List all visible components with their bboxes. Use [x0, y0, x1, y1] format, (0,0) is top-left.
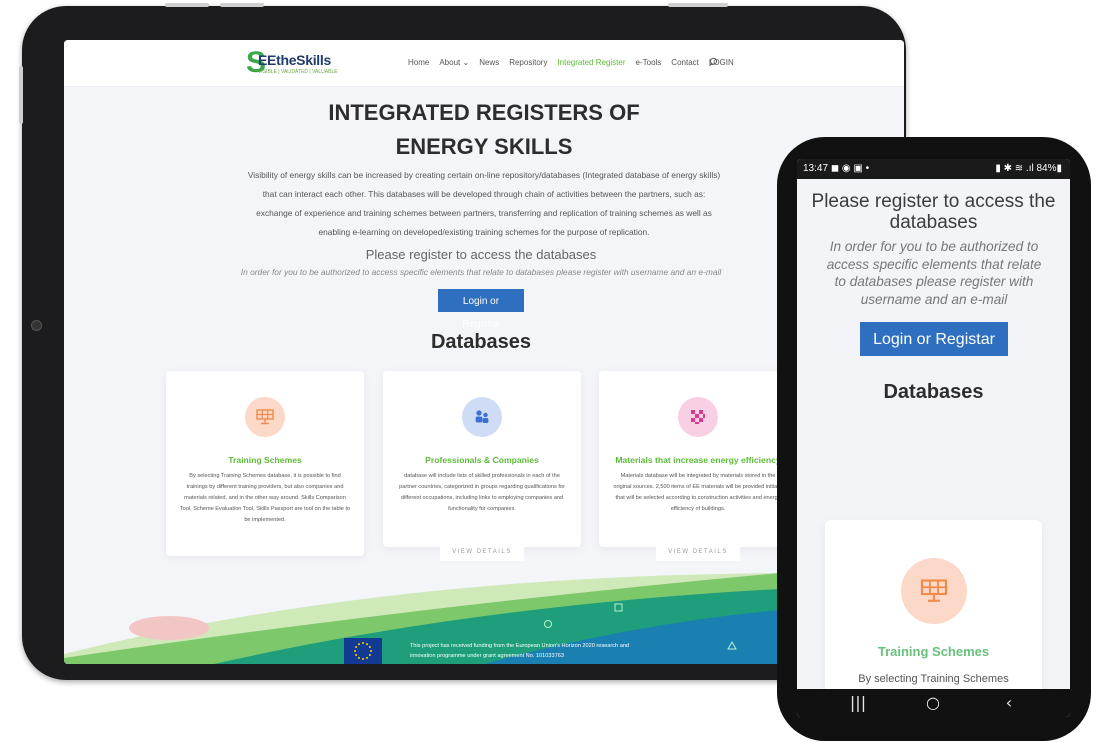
page-title-line-1: INTEGRATED REGISTERS OF — [328, 100, 640, 125]
tablet-device: S EEtheSkills VISIBLE | VALIDATED | VALU… — [19, 3, 906, 680]
nav-contact[interactable]: Contact — [671, 58, 699, 68]
logo-text: EEtheSkills — [258, 52, 331, 68]
recent-apps-icon[interactable]: ||| — [843, 689, 873, 717]
people-icon — [462, 397, 502, 437]
nav-news[interactable]: News — [479, 58, 499, 68]
eu-flag-logo — [344, 638, 382, 664]
card-title: Professionals & Companies — [425, 455, 539, 465]
tablet-camera — [31, 320, 42, 331]
login-register-button[interactable]: Login or Registar — [438, 289, 524, 330]
card-description: By selecting Training Schemes database, … — [179, 473, 351, 523]
phone-device: 13:47 ◼ ◉ ▣ • ▮ ✱ ≋ .ıl 84%▮ Please regi… — [777, 137, 1091, 741]
site-header: S EEtheSkills VISIBLE | VALIDATED | VALU… — [64, 40, 904, 87]
funding-statement: This project has received funding from t… — [410, 643, 630, 659]
nav-e-tools[interactable]: e-Tools — [636, 58, 662, 68]
back-icon[interactable]: ‹ — [994, 689, 1024, 717]
page-title-line-2: ENERGY SKILLS — [395, 134, 573, 159]
card-description: database will include lists of skilled p… — [399, 473, 565, 512]
status-icons: ▮ ✱ ≋ .ıl 84%▮ — [995, 163, 1062, 174]
android-nav-bar: ||| ○ ‹ — [797, 689, 1070, 717]
card-materials[interactable]: Materials that increase energy efficienc… — [599, 371, 797, 547]
databases-heading: Databases — [430, 331, 532, 353]
status-bar: 13:47 ◼ ◉ ▣ • ▮ ✱ ≋ .ıl 84%▮ — [797, 159, 1070, 179]
card-training-schemes[interactable]: Training Schemes By selecting Training S… — [825, 520, 1042, 717]
tablet-side-button — [19, 66, 23, 124]
card-description: Materials database will be integrated by… — [613, 473, 783, 512]
nav-about[interactable]: About ⌄ — [439, 58, 469, 68]
register-subtitle: In order for you to be authorized to acc… — [826, 239, 1042, 307]
home-icon[interactable]: ○ — [918, 689, 948, 717]
card-title: Training Schemes — [877, 644, 990, 659]
intro-paragraph: Visibility of energy skills can be incre… — [247, 170, 721, 237]
tablet-volume-button — [165, 3, 209, 7]
card-title: Materials that increase energy efficienc… — [615, 455, 781, 465]
register-subtitle: In order for you to be authorized to acc… — [240, 267, 722, 277]
material-pattern-icon — [678, 397, 718, 437]
tablet-volume-button — [220, 3, 264, 7]
search-icon[interactable] — [709, 57, 719, 67]
card-description: By selecting Training Schemes — [858, 673, 1009, 685]
nav-repository[interactable]: Repository — [509, 58, 547, 68]
main-menu: Home About ⌄ News Repository Integrated … — [408, 58, 734, 68]
logo-tagline: VISIBLE | VALIDATED | VALUABLE — [258, 69, 338, 75]
card-training-schemes[interactable]: Training Schemes By selecting Training S… — [166, 371, 364, 556]
card-professionals-companies[interactable]: Professionals & Companies database will … — [383, 371, 581, 547]
login-register-button[interactable]: Login or Registar — [860, 322, 1008, 356]
phone-screen: 13:47 ◼ ◉ ▣ • ▮ ✱ ≋ .ıl 84%▮ Please regi… — [797, 159, 1070, 717]
nav-integrated-register[interactable]: Integrated Register — [557, 58, 625, 68]
tablet-power-button — [668, 3, 728, 7]
logo-mark: S — [246, 46, 267, 79]
nav-home[interactable]: Home — [408, 58, 429, 68]
card-title: Training Schemes — [228, 455, 302, 465]
solar-panel-icon — [245, 397, 285, 437]
status-time: 13:47 ◼ ◉ ▣ • — [803, 163, 870, 174]
register-heading: Please register to access the databases — [811, 191, 1056, 233]
solar-panel-icon — [901, 558, 967, 624]
databases-heading: Databases — [883, 381, 984, 403]
register-heading: Please register to access the databases — [365, 247, 597, 262]
